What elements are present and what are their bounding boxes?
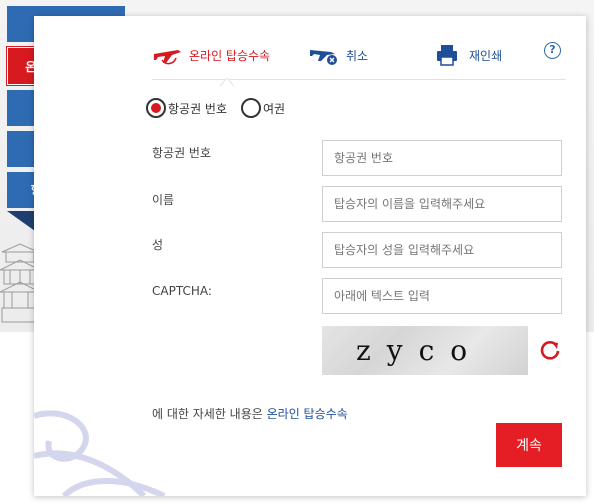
nav-fold-shadow	[7, 211, 35, 231]
decorative-swirl	[34, 410, 166, 496]
radio-ticket-number[interactable]: 항공권 번호	[146, 98, 227, 118]
ticket-number-input[interactable]	[322, 140, 562, 176]
tab-cancel-label: 취소	[346, 48, 369, 63]
captcha-label: CAPTCHA:	[152, 284, 212, 298]
first-name-label: 이름	[152, 193, 175, 207]
last-name-label: 성	[152, 238, 164, 252]
continue-button[interactable]: 계속	[496, 423, 562, 467]
captcha-text: zyco	[356, 334, 484, 367]
checkin-tabs: 온라인 탑승수속 취소 재인쇄	[152, 38, 566, 86]
search-type-radios: 항공권 번호 여권	[146, 98, 299, 118]
tab-online-checkin-label: 온라인 탑승수속	[189, 48, 271, 63]
first-name-input[interactable]	[322, 186, 562, 222]
tab-cancel[interactable]: 취소	[309, 38, 368, 72]
radio-passport[interactable]: 여권	[241, 98, 285, 118]
radio-ticket-number-label: 항공권 번호	[168, 101, 228, 116]
active-tab-caret	[220, 78, 234, 86]
refresh-captcha-icon[interactable]	[539, 339, 561, 361]
captcha-image: zyco	[322, 326, 528, 375]
printer-icon	[437, 45, 457, 66]
ticket-number-label: 항공권 번호	[152, 146, 212, 160]
info-text: 에 대한 자세한 내용은 온라인 탑승수속	[152, 405, 348, 422]
help-icon[interactable]: ?	[544, 42, 561, 59]
last-name-input[interactable]	[322, 232, 562, 268]
plane-checkin-icon	[154, 50, 181, 65]
radio-passport-label: 여권	[263, 101, 286, 116]
tab-online-checkin[interactable]: 온라인 탑승수속	[152, 38, 270, 72]
plane-cancel-icon	[310, 50, 337, 65]
captcha-input[interactable]	[322, 278, 562, 314]
checkin-panel: 온라인 탑승수속 취소 재인쇄 ? 항공권 번호 여권 항공권 번호 항공권 번…	[34, 16, 586, 496]
radio-ticket-number-circle	[146, 98, 166, 118]
tab-reprint-label: 재인쇄	[469, 48, 503, 63]
radio-passport-circle	[241, 98, 262, 118]
tab-reprint[interactable]: 재인쇄	[432, 38, 502, 72]
online-checkin-link[interactable]: 온라인 탑승수속	[267, 407, 348, 421]
info-prefix: 에 대한 자세한 내용은	[152, 407, 267, 421]
